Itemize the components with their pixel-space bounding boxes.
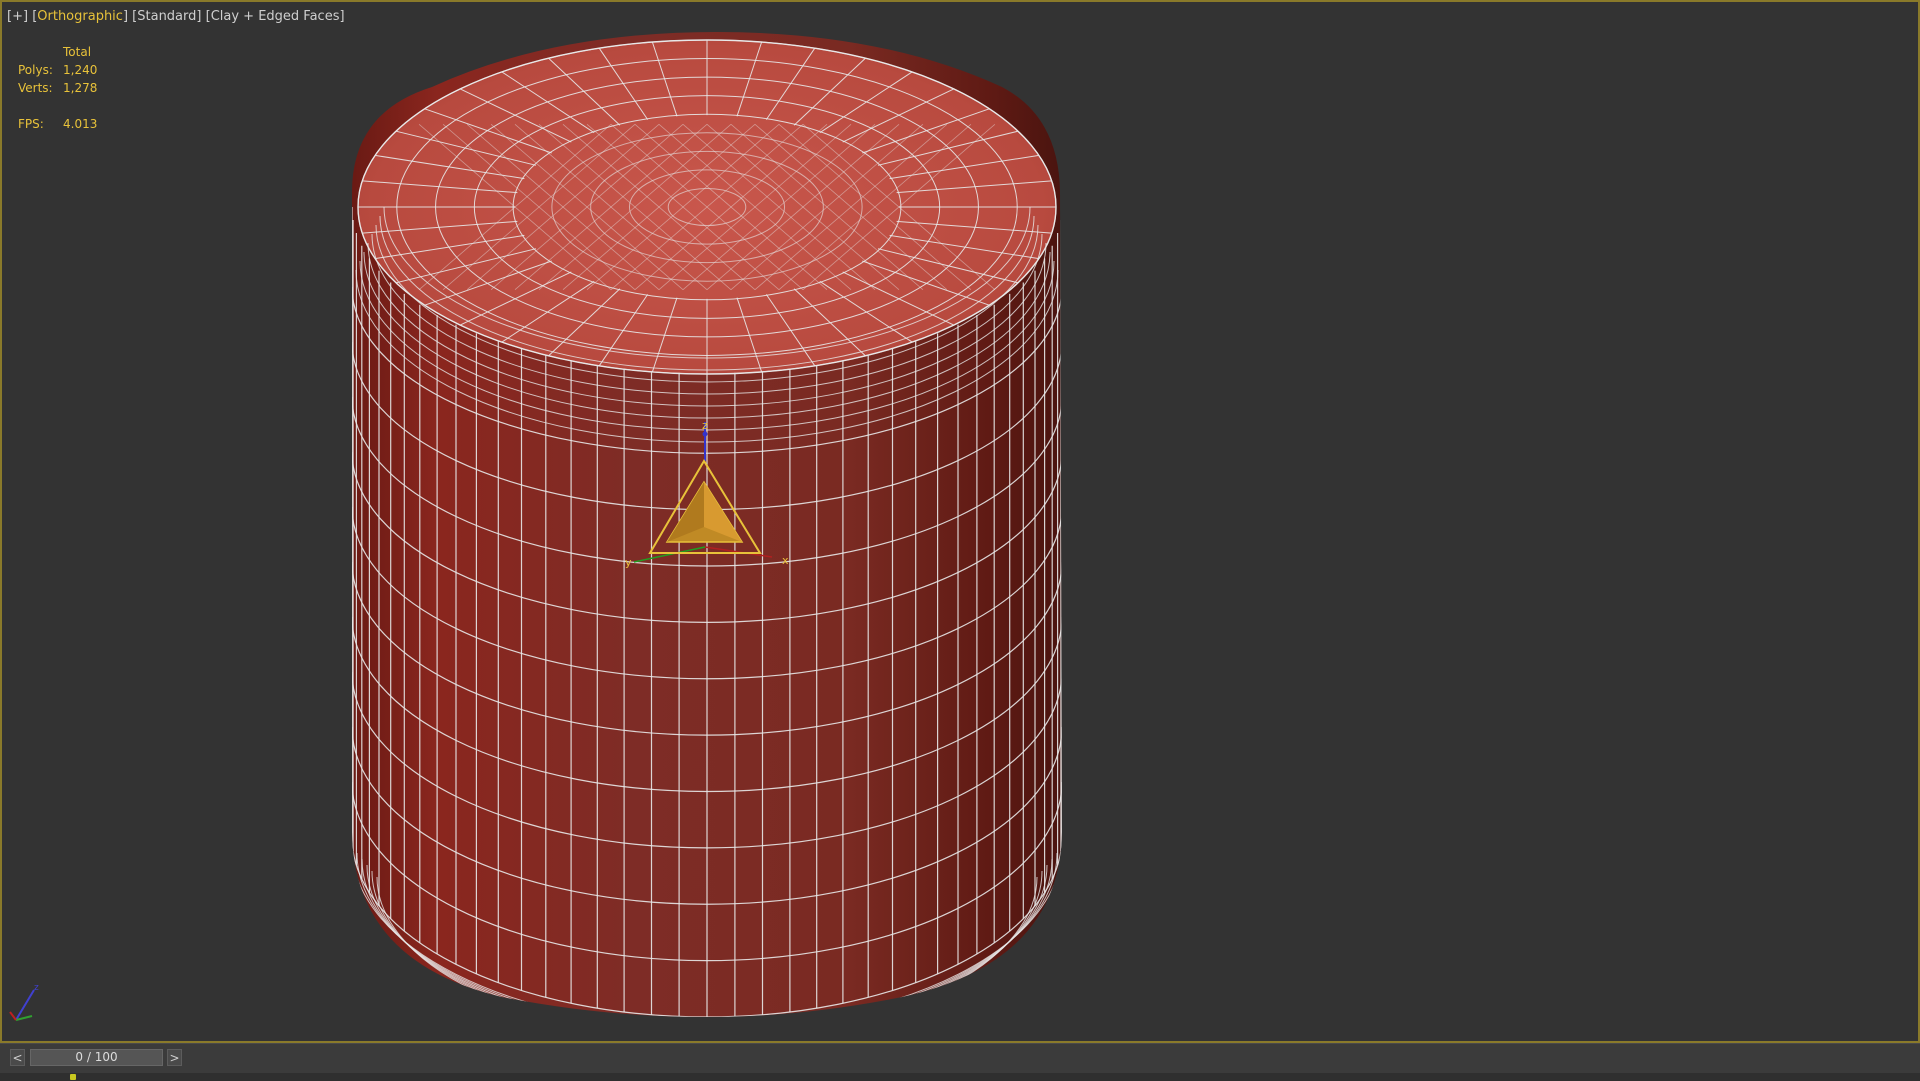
world-axis-tripod-icon: z (9, 983, 39, 1021)
gizmo-z-label: z (702, 419, 708, 432)
gizmo-y-label: y (625, 556, 632, 569)
polys-label: Polys: (18, 63, 53, 77)
shading-mode-label[interactable]: Standard (137, 9, 196, 24)
time-slider-bar: < 0 / 100 > (0, 1043, 1920, 1081)
next-frame-button[interactable]: > (167, 1049, 182, 1066)
viewport-label-bar: [+] [Orthographic] [Standard] [Clay + Ed… (7, 9, 345, 24)
polys-value: 1,240 (63, 63, 98, 77)
verts-label: Verts: (18, 81, 53, 95)
viewport-menu-button[interactable]: [+] (7, 9, 28, 24)
view-type-label[interactable]: Orthographic (37, 9, 123, 24)
current-frame-marker[interactable] (70, 1074, 76, 1080)
time-slider[interactable]: 0 / 100 (30, 1049, 163, 1066)
statistics-overlay: Total Polys: 1,240 Verts: 1,278 FPS: 4.013 (18, 43, 97, 133)
gizmo-x-label: x (782, 554, 789, 567)
fps-label: FPS: (18, 117, 44, 131)
svg-text:z: z (34, 983, 39, 993)
cylinder-mesh[interactable]: z x y (2, 2, 1918, 1041)
display-mode-label[interactable]: Clay + Edged Faces (211, 9, 340, 24)
fps-value: 4.013 (63, 117, 98, 131)
viewport[interactable]: z x y [+] [Orthographic] [Standard] [Cla… (0, 0, 1920, 1043)
previous-frame-button[interactable]: < (10, 1049, 25, 1066)
gizmo-z-point (702, 431, 708, 437)
verts-value: 1,278 (63, 81, 98, 95)
stats-header: Total (63, 45, 92, 59)
